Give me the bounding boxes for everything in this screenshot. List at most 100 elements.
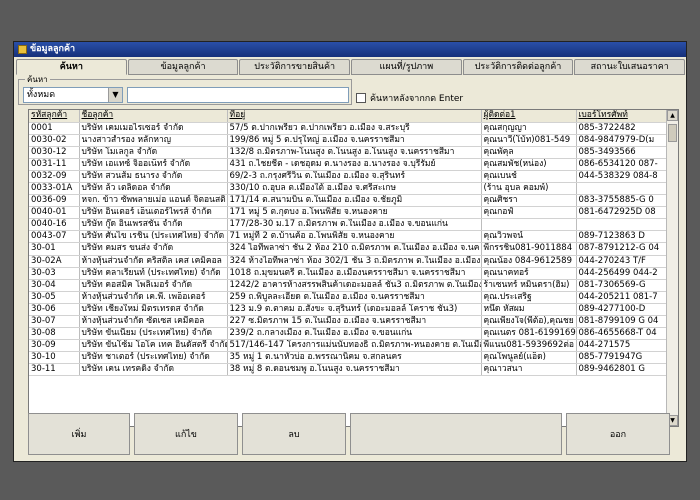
enter-search-option[interactable]: ค้นหาหลังจากกด Enter — [356, 91, 463, 105]
table-cell: 0030-02 — [29, 134, 80, 147]
column-header-phone[interactable]: เบอร์โทรศัพท์ — [576, 110, 669, 123]
tab-map-images[interactable]: แผนที่/รูปภาพ — [351, 59, 462, 75]
table-cell — [576, 182, 669, 196]
table-cell: 089-4277100-D — [576, 303, 669, 317]
tab-contact-history[interactable]: ประวัติการติดต่อลูกค้า — [462, 59, 574, 75]
table-cell: 199/86 หมู่ 5 ต.ปรุใหญ่ อ.เมือง จ.นครราช… — [227, 134, 482, 147]
table-row[interactable]: 0033-01A บริษัท ล้ว เตลิดอล จำกัด 330/10 ถ… — [29, 182, 669, 196]
table-row[interactable]: 30-09 บริษัท ขันโซ้ม โอโค เทค อินดัสตรี จ… — [29, 339, 669, 353]
table-cell: 081-6472925D 08 — [576, 206, 669, 220]
table-cell: บริษัท เคมเมอไรเซอร์ จำกัด — [79, 122, 228, 135]
table-cell: 085-7791947G — [576, 351, 669, 365]
table-cell: 30-08 — [29, 327, 80, 341]
table-cell: 0040-16 — [29, 218, 80, 232]
table-cell — [481, 218, 577, 232]
table-row[interactable]: 0032-09 บริษัท สวนส้ม ธนารง จำกัด 69/2-3 ถ… — [29, 170, 669, 183]
table-cell: 044-271575 — [576, 339, 669, 353]
table-cell: คุณน้อง 084-9612589 — [481, 255, 577, 268]
table-cell: คุณ.ประเสริฐ — [481, 291, 577, 304]
table-row[interactable]: 30-03 บริษัท คลาเรียนท์ (ประเทศไทย) จำกัด… — [29, 267, 669, 280]
table-cell: คุณโพนูลย์(แอ็ด) — [481, 351, 577, 365]
column-header-address[interactable]: ที่อยู่ — [227, 110, 482, 123]
table-row[interactable]: 0030-12 บริษัท โมเลกูล จำกัด 132/8 ถ.มิตรภ… — [29, 146, 669, 159]
table-cell: 239/2 ถ.กลางเมือง ต.ในเมือง อ.เมือง จ.ขอ… — [227, 327, 482, 341]
table-cell: 517/146-147 โครงการแม่นนับทองธิ ถ.มิตรภา… — [227, 339, 482, 353]
column-header-name[interactable]: ชื่อลูกค้า — [79, 110, 228, 123]
table-cell: 431 ถ.ไชยชีต - เดชอุดม ต.นางรอง อ.นางรอง… — [227, 158, 482, 171]
enter-search-checkbox[interactable] — [356, 93, 366, 103]
table-cell: คุณเบนช์ — [481, 170, 577, 183]
table-cell: บริษัท คลาเรียนท์ (ประเทศไทย) จำกัด — [79, 267, 228, 280]
table-cell: 132/8 ถ.มิตรภาพ-โนนสูง ต.โนนสูง อ.โนนสูง… — [227, 146, 482, 159]
table-cell: 330/10 ถ.อุบล ต.เมืองใต้ อ.เมือง จ.ศรีสะ… — [227, 182, 482, 196]
table-cell: คุณสกุญญา — [481, 122, 577, 135]
table-cell: 324 ไอทีพลาซ่า ชั้น 2 ห้อง 210 ถ.มิตรภาพ… — [227, 242, 482, 256]
scroll-thumb[interactable] — [668, 124, 677, 142]
chevron-down-icon[interactable]: ▼ — [108, 88, 122, 102]
table-cell: ร้าเซนทร์ หมินตรา(ฮิ้ม) — [481, 279, 577, 292]
table-cell: คุณพัคุล — [481, 146, 577, 159]
table-row[interactable]: 30-10 บริษัท ชาเตอร์ (ประเทศไทย) จำกัด 35 … — [29, 351, 669, 365]
table-cell: 30-02A — [29, 255, 80, 268]
column-header-code[interactable]: รหัสลูกค้า — [29, 110, 80, 123]
table-row[interactable]: 30-08 บริษัท ขันเนียม (ประเทศไทย) จำกัด 23… — [29, 327, 669, 341]
table-row[interactable]: 0030-02 นางสาวสำรอง หลักหาญ 199/86 หมู่ 5 … — [29, 134, 669, 147]
table-cell: ห้างหุ้นส่วนจำกัด คริสติล เคส เคมิคอล — [79, 255, 228, 268]
exit-button[interactable]: ออก — [566, 413, 670, 455]
table-cell: 38 หมู่ 8 ต.ดอนชมพู อ.โนนสูง จ.นครราชสีม… — [227, 363, 482, 377]
delete-button[interactable]: ลบ — [242, 413, 346, 455]
search-filter-select[interactable]: ทั้งหมด ▼ — [23, 87, 123, 103]
tab-sales-history[interactable]: ประวัติการขายสินค้า — [239, 59, 351, 75]
table-cell: 085-3722482 — [576, 122, 669, 135]
table-cell: 30-09 — [29, 339, 80, 353]
table-cell: บริษัท คมสร ขนส่ง จำกัด — [79, 242, 228, 256]
table-row[interactable]: 0040-16 บริษัท กู๊ด อินเพรสชั่น จำกัด 177/… — [29, 218, 669, 232]
table-row[interactable]: 30-07 ห้างหุ้นส่วนจำกัด ซัตเซส เคมีคอล 227… — [29, 315, 669, 329]
table-cell: 086-6534120 087- — [576, 158, 669, 171]
table-cell: บริษัท ขันเนียม (ประเทศไทย) จำกัด — [79, 327, 228, 341]
add-button[interactable]: เพิ่ม — [28, 413, 130, 455]
table-cell: ห้างหุ้นส่วนจำกัด ซัตเซส เคมีคอล — [79, 315, 228, 329]
table-row[interactable]: 0040-01 บริษัท อินเตอร์ เอ็นเตอร์ไพรส์ จำ… — [29, 206, 669, 220]
table-cell: 044-256499 044-2 — [576, 267, 669, 280]
table-row[interactable]: 0031-11 บริษัท เอแทซ์ จิออเน็ทร์ จำกัด 431… — [29, 158, 669, 171]
table-cell: 35 หมู่ 1 ต.นาหัวบ่อ อ.พรรณานิคม จ.สกลนค… — [227, 351, 482, 365]
table-row[interactable]: 0043-07 บริษัท ศันไข เรชิ่น (ประเทศไทย) จ… — [29, 230, 669, 244]
table-cell: คุณศิชรา — [481, 194, 577, 208]
table-row[interactable]: 0036-09 หจก. ข้าว ซัพพลายเม่อ แอนด์ จิตอน… — [29, 194, 669, 208]
table-cell: 177/28-30 ม.17 ถ.มิตรภาพ ต.ในเมือง อ.เมื… — [227, 218, 482, 232]
table-cell: 30-07 — [29, 315, 80, 329]
table-row[interactable]: 30-05 ห้างหุ้นส่วนจำกัด เค.พี. เพอ็อเตอร์… — [29, 291, 669, 304]
table-row[interactable]: 30-02A ห้างหุ้นส่วนจำกัด คริสติล เคส เคมิ… — [29, 255, 669, 268]
edit-button[interactable]: แก้ไข — [134, 413, 238, 455]
search-filter-value: ทั้งหมด — [27, 90, 56, 100]
table-row[interactable]: 30-11 บริษัท เคน เทรคดิ้ง จำกัด 38 หมู่ 8 … — [29, 363, 669, 377]
table-row[interactable]: 30-06 บริษัท เชียงใหม่ มิตรเทรดส จำกัด 123… — [29, 303, 669, 317]
search-group-label: ค้นหา — [25, 73, 50, 86]
table-cell: 081-7306569-G — [576, 279, 669, 292]
table-row[interactable]: 0001 บริษัท เคมเมอไรเซอร์ จำกัด 57/5 ต.ปาก… — [29, 122, 669, 135]
table-cell: นางสาวสำรอง หลักหาญ — [79, 134, 228, 147]
table-row[interactable]: 30-01 บริษัท คมสร ขนส่ง จำกัด 324 ไอทีพลาซ… — [29, 242, 669, 256]
vertical-scrollbar[interactable]: ▲ ▼ — [666, 110, 678, 426]
table-cell: 086-4655668-T 04 — [576, 327, 669, 341]
table-cell: 30-03 — [29, 267, 80, 280]
table-cell: ห้างหุ้นส่วนจำกัด เค.พี. เพอ็อเตอร์ — [79, 291, 228, 304]
table-cell: คุณาวสนา — [481, 363, 577, 377]
table-cell: 089-7123863 D — [576, 230, 669, 244]
table-cell: พี่กรรชิน081-9011884 — [481, 242, 577, 256]
search-input[interactable] — [127, 87, 349, 103]
table-cell: 084-9847979-D(ม — [576, 134, 669, 147]
column-header-contact[interactable]: ผู้ติดต่อ1 — [481, 110, 577, 123]
customer-table[interactable]: รหัสลูกค้า ชื่อลูกค้า ที่อยู่ ผู้ติดต่อ1… — [28, 109, 679, 427]
table-cell: 044-205211 081-7 — [576, 291, 669, 304]
table-cell: บริษัท ขันโซ้ม โอโค เทค อินดัสตรี จำกัด — [79, 339, 228, 353]
tab-customer-info[interactable]: ข้อมูลลูกค้า — [127, 59, 239, 75]
scroll-up-icon[interactable]: ▲ — [667, 110, 678, 121]
tab-quotation-status[interactable]: สถานะใบเสนอราคา — [574, 59, 686, 75]
table-row[interactable]: 30-04 บริษัท คอสมิค โพลิเมอร์ จำกัด 1242/2… — [29, 279, 669, 292]
table-cell: (ร้าน อุบล คอมพ์) — [481, 182, 577, 196]
table-cell: คุณเพียงใจ(พี่ต้อ),คุณชย — [481, 315, 577, 329]
table-cell: คุณนาคทอร์ — [481, 267, 577, 280]
table-cell: คุณวิวพจน์ — [481, 230, 577, 244]
